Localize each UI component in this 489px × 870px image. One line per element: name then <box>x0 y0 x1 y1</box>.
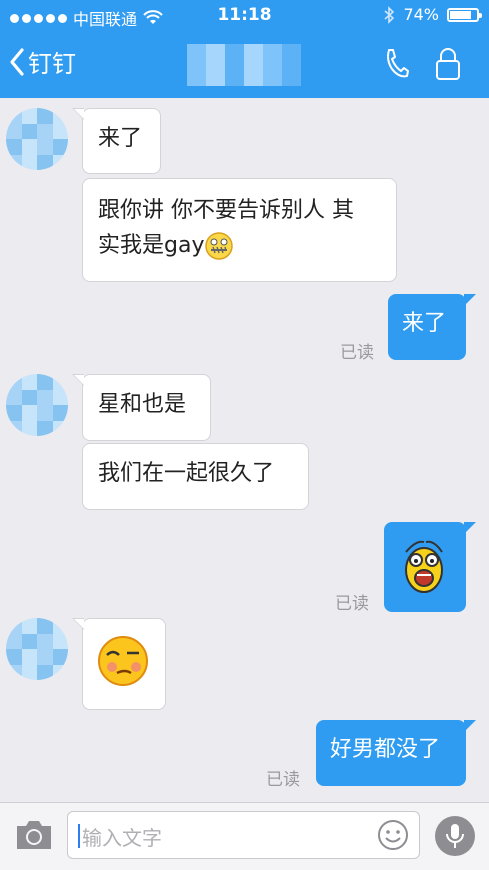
nav-bar: 钉钉 <box>0 32 489 98</box>
battery-percent: 74% <box>403 5 439 24</box>
message-text: 实我是gay <box>98 233 205 258</box>
message-text: 来了 <box>98 126 143 151</box>
message-input[interactable]: 输入文字 <box>67 811 420 859</box>
smug-emoji-icon <box>98 636 148 686</box>
nav-actions <box>383 47 461 81</box>
bluetooth-icon <box>384 5 395 24</box>
message-text: 我们在一起很久了 <box>98 461 275 486</box>
back-label: 钉钉 <box>28 50 76 78</box>
header: 中国联通 11:18 74% 钉钉 <box>0 0 489 98</box>
mic-icon <box>446 824 464 848</box>
message-text: 跟你讲 你不要告诉别人 其 <box>98 198 354 223</box>
screaming-emoji-icon <box>405 540 443 593</box>
input-bar: 输入文字 <box>0 802 489 870</box>
avatar[interactable] <box>6 374 68 436</box>
lock-icon[interactable] <box>435 47 461 81</box>
incoming-sticker[interactable] <box>72 618 166 710</box>
battery-group: 74% <box>383 5 482 24</box>
battery-icon <box>447 7 482 22</box>
outgoing-message[interactable]: 好男都没了 <box>316 720 476 786</box>
incoming-message[interactable]: 来了 <box>72 108 161 174</box>
chevron-left-icon <box>10 47 24 76</box>
back-button[interactable]: 钉钉 <box>8 44 76 79</box>
message-text: 好男都没了 <box>330 737 441 762</box>
read-status: 已读 <box>340 343 374 363</box>
avatar[interactable] <box>6 618 68 680</box>
outgoing-sticker[interactable] <box>384 522 476 612</box>
message-input-placeholder: 输入文字 <box>82 826 162 850</box>
incoming-message[interactable]: 星和也是 <box>72 374 211 441</box>
outgoing-message[interactable]: 来了 <box>388 294 476 360</box>
message-text: 来了 <box>402 311 447 336</box>
voice-button[interactable] <box>435 816 475 856</box>
incoming-message[interactable]: 跟你讲 你不要告诉别人 其 实我是gay <box>82 178 397 282</box>
contact-name-blurred <box>187 44 301 86</box>
camera-icon[interactable] <box>14 818 54 852</box>
avatar[interactable] <box>6 108 68 170</box>
status-bar: 中国联通 11:18 74% <box>0 0 489 32</box>
phone-icon[interactable] <box>383 47 409 79</box>
read-status: 已读 <box>335 594 369 614</box>
smile-icon[interactable] <box>377 819 409 851</box>
zipped-mouth-emoji-icon <box>205 231 234 260</box>
read-status: 已读 <box>266 770 300 790</box>
text-caret <box>78 824 80 848</box>
message-text: 星和也是 <box>98 392 187 417</box>
message-list[interactable]: 来了 跟你讲 你不要告诉别人 其 实我是gay 已读 来了 星和也是 我们在一起… <box>0 98 489 802</box>
incoming-message[interactable]: 我们在一起很久了 <box>82 443 309 510</box>
